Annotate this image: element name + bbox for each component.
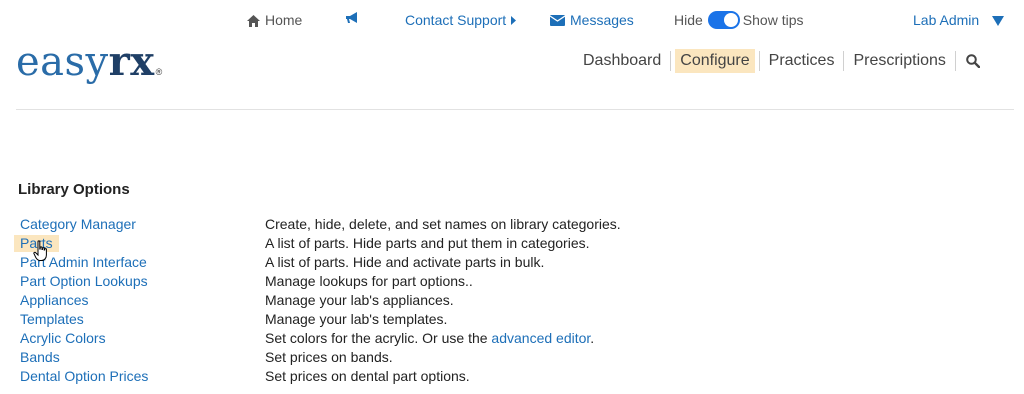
tips-toggle-group: Hide Show tips: [674, 11, 804, 29]
option-description: Set colors for the acrylic. Or use the: [265, 330, 492, 346]
nav-divider: [843, 51, 845, 71]
nav-divider: [954, 51, 956, 71]
home-icon: [247, 14, 260, 27]
nav-configure[interactable]: Configure: [675, 49, 755, 73]
option-description: Manage lookups for part options..: [265, 273, 473, 289]
option-link[interactable]: Dental Option Prices: [20, 368, 148, 385]
list-item: Appliances Manage your lab's appliances.: [0, 292, 1024, 311]
contact-support-link[interactable]: Contact Support: [405, 12, 517, 29]
hand-pointer-icon: [33, 240, 47, 261]
search-button[interactable]: [960, 54, 986, 68]
nav-divider: [758, 51, 760, 71]
option-description: A list of parts. Hide parts and put them…: [265, 235, 590, 251]
library-options-list: Category Manager Create, hide, delete, a…: [0, 216, 1024, 387]
list-item: Templates Manage your lab's templates.: [0, 311, 1024, 330]
hide-tips-label: Hide: [674, 11, 703, 28]
registered-mark: ®: [155, 67, 163, 77]
search-icon: [966, 54, 980, 68]
nav-practices[interactable]: Practices: [764, 49, 840, 73]
option-description: Create, hide, delete, and set names on l…: [265, 216, 621, 232]
user-name: Lab Admin: [913, 12, 980, 28]
option-description: Set prices on dental part options.: [265, 368, 470, 384]
section-title: Library Options: [18, 181, 130, 198]
home-label: Home: [265, 12, 303, 28]
option-link[interactable]: Acrylic Colors: [20, 330, 106, 347]
advanced-editor-link[interactable]: advanced editor: [491, 330, 590, 346]
option-description: A list of parts. Hide and activate parts…: [265, 254, 545, 270]
nav-prescriptions[interactable]: Prescriptions: [848, 49, 950, 73]
nav-divider: [670, 51, 672, 71]
envelope-icon: [550, 15, 565, 26]
show-tips-label: Show tips: [742, 11, 804, 28]
option-link[interactable]: Category Manager: [20, 216, 136, 233]
option-link[interactable]: Appliances: [20, 292, 89, 309]
list-item: Dental Option Prices Set prices on denta…: [0, 368, 1024, 387]
list-item: Bands Set prices on bands.: [0, 349, 1024, 368]
option-description-end: .: [590, 330, 595, 346]
list-item: Acrylic Colors Set colors for the acryli…: [0, 330, 1024, 349]
list-item: Parts A list of parts. Hide parts and pu…: [0, 235, 1024, 254]
triangle-down-icon: [992, 15, 1005, 26]
home-link[interactable]: Home: [247, 12, 302, 29]
user-menu[interactable]: Lab Admin: [913, 12, 1005, 29]
messages-link[interactable]: Messages: [550, 12, 634, 29]
option-description: Set prices on bands.: [265, 349, 393, 365]
tips-toggle[interactable]: [707, 11, 740, 29]
option-description-group: Set colors for the acrylic. Or use the a…: [265, 330, 594, 347]
caret-right-icon: [511, 16, 517, 25]
option-link[interactable]: Templates: [20, 311, 84, 328]
contact-support-label: Contact Support: [405, 12, 507, 28]
announcements-button[interactable]: [345, 12, 360, 25]
easyrx-logo[interactable]: easyrx®: [16, 38, 163, 96]
option-description: Manage your lab's templates.: [265, 311, 448, 327]
list-item: Part Admin Interface A list of parts. Hi…: [0, 254, 1024, 273]
main-nav: Dashboard Configure Practices Prescripti…: [578, 48, 986, 74]
megaphone-icon: [346, 12, 357, 23]
option-link[interactable]: Part Option Lookups: [20, 273, 148, 290]
list-item: Category Manager Create, hide, delete, a…: [0, 216, 1024, 235]
option-description: Manage your lab's appliances.: [265, 292, 454, 308]
utility-bar: Home Contact Support Messages Hide Show …: [0, 0, 1024, 40]
messages-label: Messages: [570, 12, 634, 28]
header-divider: [16, 109, 1014, 110]
logo-text-rx: rx: [108, 38, 155, 85]
option-link[interactable]: Bands: [20, 349, 60, 366]
logo-text-easy: easy: [16, 39, 109, 85]
nav-dashboard[interactable]: Dashboard: [578, 49, 666, 73]
list-item: Part Option Lookups Manage lookups for p…: [0, 273, 1024, 292]
